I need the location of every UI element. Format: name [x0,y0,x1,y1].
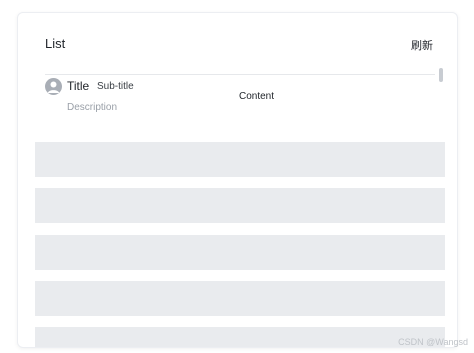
list-card: List 刷新 Title Sub-title Description Cont… [17,12,458,348]
user-avatar-icon [45,78,62,95]
watermark: CSDN @Wangsd [398,337,468,347]
skeleton-row [35,142,445,177]
skeleton-row [35,281,445,316]
item-description: Description [67,102,118,113]
card-header: List 刷新 [45,33,435,75]
item-content: Content [239,91,275,102]
card-title: List [45,36,66,51]
list-item[interactable]: Title Sub-title Description Content [45,77,435,125]
skeleton-row [35,188,445,223]
skeleton-row [35,327,445,347]
item-title: Title [67,79,90,93]
refresh-button[interactable]: 刷新 [411,37,433,53]
scrollbar-thumb[interactable] [439,68,443,82]
item-subtitle: Sub-title [97,81,134,92]
skeleton-row [35,235,445,270]
